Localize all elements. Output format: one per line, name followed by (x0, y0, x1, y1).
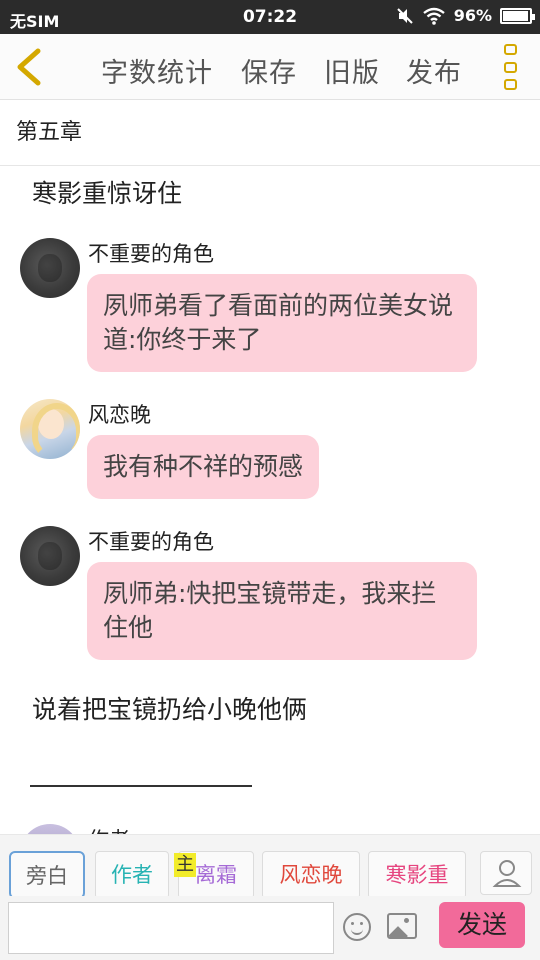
person-icon[interactable] (480, 851, 532, 895)
word-count-button[interactable]: 字数统计 (101, 51, 213, 90)
wifi-icon (422, 7, 445, 25)
status-icons: 96% (396, 6, 535, 25)
sender-name: 不重要的角色 (88, 242, 214, 266)
role-chip-fenglianwan[interactable]: 风恋晚 (262, 851, 360, 899)
chat-message[interactable]: 风恋晚 我有种不祥的预感 (20, 399, 500, 509)
main-role-badge: 主 (174, 853, 196, 877)
battery-icon (500, 7, 535, 24)
save-button[interactable]: 保存 (241, 51, 297, 90)
role-chip-label: 寒影重 (385, 863, 449, 887)
chat-message[interactable]: 不重要的角色 夙师弟看了看面前的两位美女说道:你终于来了 (20, 238, 500, 378)
role-chip-author[interactable]: 作者 (95, 851, 169, 899)
avatar[interactable] (20, 824, 80, 834)
send-button[interactable]: 发送 (439, 902, 525, 948)
chevron-left-icon[interactable] (12, 47, 48, 87)
chat-message[interactable]: 不重要的角色 夙师弟:快把宝镜带走，我来拦住他 (20, 526, 500, 666)
divider-line (30, 785, 252, 787)
image-icon[interactable] (387, 913, 417, 939)
role-chip-label: 旁白 (26, 864, 68, 888)
role-chip-narration[interactable]: 旁白 (9, 851, 85, 899)
sender-name: 不重要的角色 (88, 530, 214, 554)
old-version-button[interactable]: 旧版 (324, 51, 380, 90)
sender-name: 作者 (88, 824, 130, 834)
message-bubble[interactable]: 我有种不祥的预感 (87, 435, 320, 499)
narration-text[interactable]: 说着把宝镜扔给小晚他俩 (32, 690, 307, 726)
more-vertical-icon[interactable] (502, 44, 520, 90)
battery-percent: 96% (453, 6, 492, 25)
chapter-title[interactable]: 第五章 (0, 100, 540, 166)
chat-content: 寒影重惊讶住 不重要的角色 夙师弟看了看面前的两位美女说道:你终于来了 风恋晚 … (0, 166, 540, 834)
avatar[interactable] (20, 526, 80, 586)
status-bar: 无SIM 07:22 96% (0, 0, 540, 34)
message-bubble[interactable]: 夙师弟看了看面前的两位美女说道:你终于来了 (87, 274, 477, 372)
role-chip-label: 离霜 (195, 863, 237, 887)
role-chip-label: 作者 (111, 863, 153, 887)
role-selector: 旁白 作者 主 离霜 风恋晚 寒影重 (0, 834, 540, 899)
avatar[interactable] (20, 399, 80, 459)
chat-message[interactable]: 作者 (20, 824, 500, 834)
message-input[interactable] (8, 902, 334, 954)
role-chip-label: 风恋晚 (279, 863, 343, 887)
sender-name: 风恋晚 (88, 403, 151, 427)
battery-fill (503, 10, 528, 21)
narration-text[interactable]: 寒影重惊讶住 (32, 174, 182, 210)
editor-toolbar: 字数统计 保存 旧版 发布 (0, 34, 540, 100)
avatar[interactable] (20, 238, 80, 298)
message-bubble[interactable]: 夙师弟:快把宝镜带走，我来拦住他 (87, 562, 477, 660)
role-chip-hanyingzhong[interactable]: 寒影重 (368, 851, 466, 899)
input-bar: 发送 (0, 896, 540, 960)
emoji-icon[interactable] (343, 913, 371, 941)
mute-icon (396, 7, 413, 24)
publish-button[interactable]: 发布 (406, 51, 462, 90)
